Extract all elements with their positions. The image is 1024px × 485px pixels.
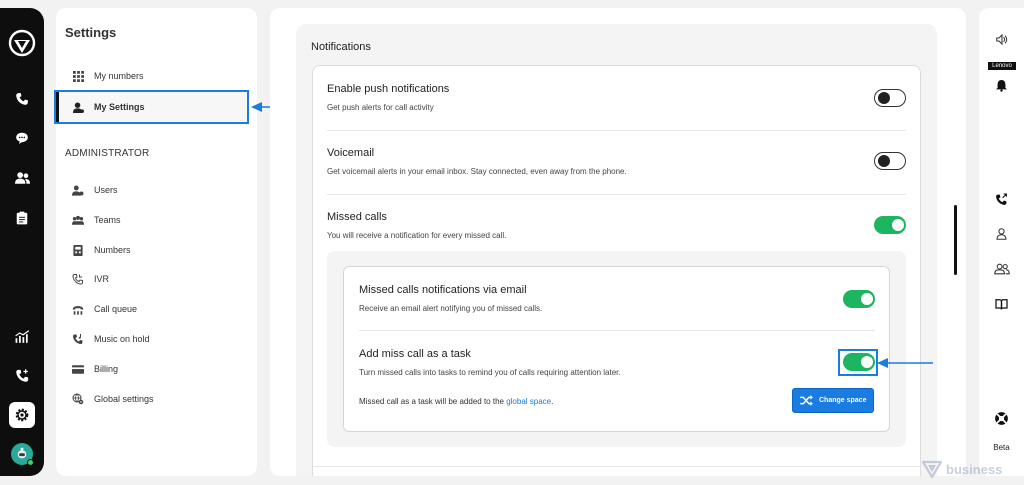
online-status-dot (27, 459, 34, 466)
change-space-label: Change space (819, 397, 867, 404)
main-content: Notifications Enable push notifications … (270, 8, 966, 476)
nav-item-label: Users (94, 185, 118, 195)
missed-task-description: Turn missed calls into tasks to remind y… (359, 368, 621, 377)
settings-nav: Settings My numbers My Settings ADMINIST… (54, 8, 257, 476)
globe-settings-icon (72, 393, 84, 405)
users-icon (72, 184, 84, 196)
toggle-knob (878, 155, 890, 167)
divider (327, 130, 906, 131)
nav-item-music-on-hold[interactable]: Music on hold (56, 327, 257, 351)
shuffle-icon (800, 395, 813, 406)
nav-item-billing[interactable]: Billing (56, 357, 257, 381)
speaker-icon[interactable] (979, 29, 1024, 49)
call-queue-icon (72, 303, 84, 315)
chat-icon[interactable] (0, 123, 44, 153)
group-icon[interactable] (979, 259, 1024, 279)
push-notifications-title: Enable push notifications (327, 83, 450, 95)
notes-icon[interactable] (0, 203, 44, 233)
nav-item-label: Teams (94, 215, 121, 225)
voicemail-description: Get voicemail alerts in your email inbox… (327, 167, 627, 176)
nav-item-label: IVR (94, 274, 110, 284)
support-icon[interactable] (979, 408, 1024, 428)
push-notifications-description: Get push alerts for call activity (327, 103, 434, 112)
watermark-text: business (946, 461, 1003, 477)
user-settings-icon (72, 101, 84, 113)
missed-email-toggle[interactable] (843, 290, 875, 308)
nav-item-label: Billing (94, 364, 119, 374)
nav-item-label: Call queue (94, 304, 138, 314)
right-rail: Lenovo Beta (979, 8, 1024, 476)
missed-calls-description: You will receive a notification for ever… (327, 231, 507, 240)
toggle-knob (861, 293, 873, 305)
bell-icon[interactable] (979, 75, 1024, 95)
toggle-knob (878, 92, 890, 104)
task-space-note-prefix: Missed call as a task will be added to t… (359, 397, 504, 406)
scrollbar[interactable] (954, 205, 957, 275)
divider (327, 194, 906, 195)
nav-item-ivr[interactable]: IVR (56, 267, 257, 291)
missed-task-title: Add miss call as a task (359, 348, 471, 360)
missed-email-description: Receive an email alert notifying you of … (359, 304, 543, 313)
app-rail (0, 8, 44, 476)
toggle-knob (892, 219, 904, 231)
notifications-list: Enable push notifications Get push alert… (312, 65, 922, 476)
teams-icon (72, 214, 84, 226)
nav-item-global-settings[interactable]: Global settings (56, 387, 257, 411)
notifications-card: Notifications Enable push notifications … (296, 24, 937, 476)
nav-item-numbers[interactable]: Numbers (56, 238, 257, 262)
task-space-note: Missed call as a task will be added to t… (359, 397, 553, 406)
settings-title: Settings (65, 25, 117, 40)
watermark: business (922, 460, 1002, 478)
call-transfer-icon[interactable] (979, 189, 1024, 209)
admin-section-header: ADMINISTRATOR (65, 148, 150, 159)
avatar[interactable] (11, 443, 34, 466)
missed-calls-title: Missed calls (327, 211, 387, 223)
beta-label: Beta (993, 443, 1010, 452)
voicemail-toggle[interactable] (874, 152, 906, 170)
settings-gear-icon[interactable] (9, 402, 35, 428)
ivr-icon (72, 273, 84, 285)
change-space-button[interactable]: Change space (792, 388, 874, 413)
divider (313, 466, 922, 467)
task-space-note-suffix: . (551, 397, 554, 406)
watermark-logo-icon (922, 460, 942, 478)
nav-item-call-queue[interactable]: Call queue (56, 297, 257, 321)
music-on-hold-icon (72, 333, 84, 345)
nav-item-label: Numbers (94, 245, 131, 255)
nav-item-my-numbers[interactable]: My numbers (56, 64, 257, 88)
global-space-link[interactable]: global space (506, 397, 551, 406)
phone-icon[interactable] (0, 84, 44, 114)
device-label: Lenovo (988, 62, 1016, 70)
voicemail-title: Voicemail (327, 147, 375, 159)
nav-item-label: Music on hold (94, 334, 150, 344)
missed-calls-options: Missed calls notifications via email Rec… (327, 251, 906, 447)
nav-item-label: Global settings (94, 394, 154, 404)
add-call-icon[interactable] (0, 360, 44, 390)
nav-item-my-settings[interactable]: My Settings (54, 90, 249, 124)
nav-item-label: My Settings (94, 102, 145, 112)
push-notifications-toggle[interactable] (874, 89, 906, 107)
divider (359, 330, 875, 331)
contacts-icon[interactable] (0, 163, 44, 193)
missed-calls-toggle[interactable] (874, 216, 906, 234)
callout-arrow-task-toggle (877, 358, 933, 368)
missed-calls-options-list: Missed calls notifications via email Rec… (343, 266, 890, 432)
app-logo-icon[interactable] (0, 28, 44, 58)
analytics-icon[interactable] (0, 321, 44, 351)
numbers-icon (72, 244, 84, 256)
billing-icon (72, 363, 84, 375)
nav-item-teams[interactable]: Teams (56, 208, 257, 232)
missed-email-title: Missed calls notifications via email (359, 284, 527, 296)
nav-item-label: My numbers (94, 71, 144, 81)
book-icon[interactable] (979, 294, 1024, 314)
person-icon[interactable] (979, 224, 1024, 244)
nav-item-users[interactable]: Users (56, 178, 257, 202)
callout-highlight-task-toggle (838, 349, 878, 376)
grid-icon (72, 70, 84, 82)
notifications-title: Notifications (311, 41, 371, 53)
